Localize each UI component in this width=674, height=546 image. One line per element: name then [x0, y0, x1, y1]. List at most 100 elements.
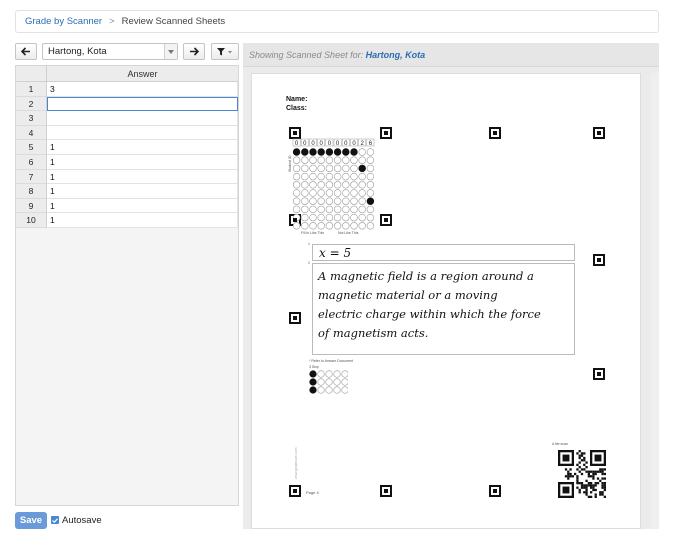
id-bubble	[325, 156, 334, 164]
id-bubble	[292, 205, 301, 214]
row-number: 7	[16, 169, 47, 185]
id-bubble	[325, 181, 334, 189]
table-row: 61	[16, 154, 238, 170]
id-bubble	[342, 172, 350, 181]
registration-mark	[593, 254, 605, 266]
grid-rows: 1 3 2 3 4 5 1 6 1 7 1 8 1 9 1 10 1	[16, 82, 238, 228]
id-bubble	[317, 172, 325, 181]
answer-cell[interactable]: 3	[47, 82, 238, 97]
id-bubble	[292, 222, 301, 230]
id-bubble	[292, 156, 301, 164]
viewer-header-prefix: Showing Scanned Sheet for:	[249, 50, 364, 60]
question-2-number: 2	[308, 261, 310, 265]
id-bubble	[292, 197, 301, 205]
id-bubble	[301, 148, 309, 156]
id-bubble	[342, 222, 350, 230]
answer-cell[interactable]: 1	[47, 154, 238, 170]
grid-header: Answer	[16, 66, 238, 82]
qr-file-label: A file scan	[552, 442, 568, 446]
answer-cell[interactable]: 1	[47, 140, 238, 155]
id-bubble	[301, 213, 309, 222]
id-bubble	[358, 205, 366, 214]
registration-mark	[289, 485, 301, 497]
column-header-answer: Answer	[47, 66, 238, 82]
id-bubble	[366, 164, 375, 173]
id-bubble	[333, 181, 342, 189]
viewer-scrollbar[interactable]	[651, 73, 659, 529]
next-student-button[interactable]	[183, 43, 205, 60]
id-bubble	[309, 172, 317, 181]
handwritten-answer-line: A magnetic field is a region around a	[318, 269, 534, 283]
id-bubble	[325, 205, 334, 214]
table-row: 10 1	[16, 213, 238, 228]
question-3-label: 3 Skip	[309, 365, 319, 369]
filter-button[interactable]	[211, 43, 239, 60]
answer-cell[interactable]: 1	[47, 198, 238, 214]
id-bubble	[325, 148, 334, 156]
sheet-page-label: Page 4	[306, 490, 319, 495]
not-like-this-label: Not Like This	[338, 231, 359, 235]
question-2-answer-box: A magnetic field is a region around a mag…	[312, 263, 575, 355]
sheet-class-label: Class:	[286, 105, 308, 112]
id-bubble	[350, 148, 358, 156]
answer-cell[interactable]: 1	[47, 169, 238, 185]
id-bubble	[292, 164, 301, 173]
handwritten-answer-line: magnetic material or a moving	[318, 288, 498, 302]
fill-like-this-label: Fill in Like This	[301, 231, 325, 235]
id-bubble	[317, 205, 325, 214]
id-bubble	[333, 213, 342, 222]
app-window: Grade by Scanner > Review Scanned Sheets…	[0, 0, 674, 546]
id-bubble	[366, 148, 375, 156]
registration-mark	[593, 368, 605, 380]
autosave-checkbox[interactable]	[51, 516, 59, 524]
id-bubble	[366, 205, 375, 214]
id-bubble	[301, 156, 309, 164]
id-bubble	[317, 181, 325, 189]
student-toolbar: Hartong, Kota	[15, 43, 239, 61]
id-bubble	[292, 181, 301, 189]
breadcrumb-grade-by-scanner[interactable]: Grade by Scanner	[25, 16, 102, 27]
student-id-label: Student ID	[288, 155, 292, 172]
answer-cell[interactable]: 1	[47, 184, 238, 199]
id-bubble	[301, 197, 309, 205]
id-bubble	[366, 189, 375, 197]
id-bubble	[309, 205, 317, 214]
id-bubble	[333, 148, 342, 156]
id-bubble	[333, 205, 342, 214]
id-bubble	[333, 222, 342, 230]
id-bubble	[358, 189, 366, 197]
chevron-down-icon[interactable]	[164, 44, 177, 59]
id-bubble	[342, 164, 350, 173]
answer-cell[interactable]: 1	[47, 213, 238, 228]
id-bubble	[342, 189, 350, 197]
question-1-answer-box: x = 5	[312, 244, 575, 261]
grid-corner	[16, 66, 47, 82]
answer-cell[interactable]	[47, 125, 238, 141]
scanned-sheet-viewer: Showing Scanned Sheet for: Hartong, Kota…	[243, 43, 659, 529]
id-bubble	[366, 222, 375, 230]
handwritten-answer-line: of magnetism acts.	[318, 326, 429, 340]
save-button[interactable]: Save	[15, 511, 47, 529]
id-bubble	[309, 181, 317, 189]
row-number: 1	[16, 82, 47, 97]
arrow-left-icon	[21, 47, 30, 56]
id-bubble	[342, 197, 350, 205]
previous-student-button[interactable]	[15, 43, 37, 60]
table-row: 3	[16, 111, 238, 126]
id-bubble	[333, 172, 342, 181]
student-id-bubble-grid: 0000000026	[292, 138, 375, 230]
answer-cell[interactable]	[47, 96, 238, 112]
table-row: 71	[16, 169, 238, 185]
id-bubble	[309, 156, 317, 164]
id-bubble	[350, 181, 358, 189]
id-bubble	[333, 189, 342, 197]
id-bubble	[342, 156, 350, 164]
id-bubble	[358, 181, 366, 189]
answer-grid: Answer 1 3 2 3 4 5 1 6 1 7 1 8 1 9 1 10 1	[15, 65, 239, 506]
answer-cell[interactable]	[47, 111, 238, 126]
id-bubble	[317, 213, 325, 222]
question-2-answer: A magnetic field is a region around a mag…	[318, 267, 541, 343]
autosave-toggle[interactable]: Autosave	[51, 515, 102, 526]
student-select[interactable]: Hartong, Kota	[42, 43, 178, 60]
id-bubble	[317, 156, 325, 164]
